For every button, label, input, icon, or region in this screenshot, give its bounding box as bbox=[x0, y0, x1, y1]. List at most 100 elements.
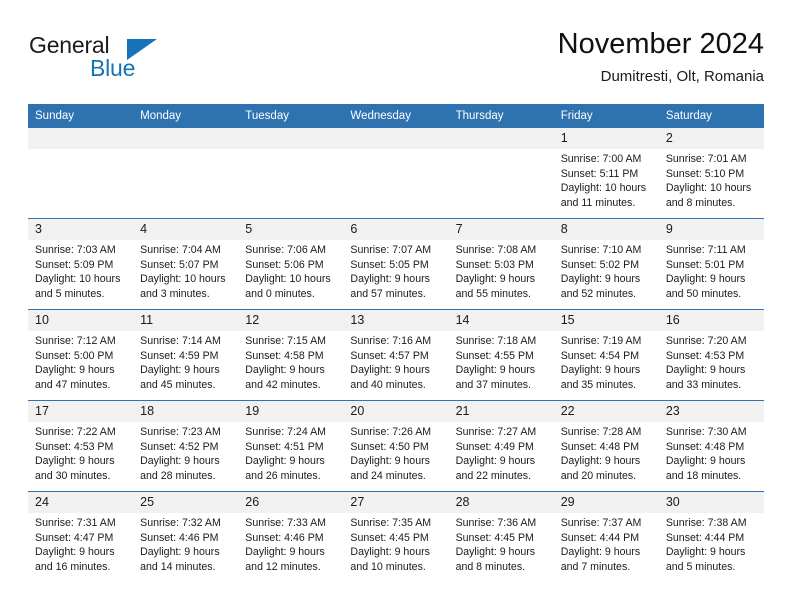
calendar-day-cell[interactable]: 12 Sunrise: 7:15 AM Sunset: 4:58 PM Dayligh… bbox=[238, 309, 344, 401]
calendar-day-cell[interactable]: 22 Sunrise: 7:28 AM Sunset: 4:48 PM Dayligh… bbox=[553, 400, 659, 492]
sunrise-text: Sunrise: 7:23 AM bbox=[140, 426, 221, 438]
sunrise-text: Sunrise: 7:27 AM bbox=[455, 426, 537, 438]
calendar-day-cell[interactable]: 17 Sunrise: 7:22 AM Sunset: 4:53 PM Dayligh… bbox=[28, 400, 134, 492]
calendar-day-cell[interactable]: 13 Sunrise: 7:16 AM Sunset: 4:57 PM Dayligh… bbox=[343, 309, 449, 401]
day-details: Sunrise: 7:04 AM Sunset: 5:07 PM Daylight:… bbox=[133, 240, 238, 301]
general-blue-logo[interactable]: General Blue bbox=[28, 32, 258, 90]
calendar-day-cell[interactable]: 16 Sunrise: 7:20 AM Sunset: 4:53 PM Dayligh… bbox=[658, 309, 764, 401]
day-details: Sunrise: 7:32 AM Sunset: 4:46 PM Daylight:… bbox=[133, 513, 238, 574]
daylight-text-line1: Daylight: 9 hours bbox=[350, 364, 430, 377]
calendar-day-cell[interactable]: 3 Sunrise: 7:03 AM Sunset: 5:09 PM Daylight… bbox=[28, 218, 134, 310]
sunset-text: Sunset: 4:45 PM bbox=[455, 531, 534, 544]
calendar-day-cell[interactable]: 14 Sunrise: 7:18 AM Sunset: 4:55 PM Dayligh… bbox=[448, 309, 554, 401]
sunset-text: Sunset: 4:51 PM bbox=[245, 440, 324, 453]
daylight-text-line2: and 5 minutes. bbox=[35, 287, 105, 300]
daylight-text-line1: Daylight: 10 hours bbox=[245, 273, 331, 286]
calendar-day-cell[interactable]: 25 Sunrise: 7:32 AM Sunset: 4:46 PM Dayligh… bbox=[133, 491, 239, 582]
day-details: Sunrise: 7:16 AM Sunset: 4:57 PM Daylight:… bbox=[343, 331, 448, 392]
sunset-text: Sunset: 5:09 PM bbox=[35, 258, 114, 271]
sunrise-text: Sunrise: 7:04 AM bbox=[140, 244, 221, 256]
calendar-day-cell[interactable]: 8 Sunrise: 7:10 AM Sunset: 5:02 PM Daylight… bbox=[553, 218, 659, 310]
sunrise-text: Sunrise: 7:15 AM bbox=[245, 335, 326, 347]
calendar-day-cell[interactable]: 4 Sunrise: 7:04 AM Sunset: 5:07 PM Daylight… bbox=[133, 218, 239, 310]
daylight-text-line2: and 42 minutes. bbox=[245, 378, 321, 391]
daylight-text-line1: Daylight: 9 hours bbox=[35, 455, 115, 468]
day-details: Sunrise: 7:33 AM Sunset: 4:46 PM Daylight:… bbox=[238, 513, 343, 574]
calendar-day-cell[interactable]: 15 Sunrise: 7:19 AM Sunset: 4:54 PM Dayligh… bbox=[553, 309, 659, 401]
weekday-header-sunday: Sunday bbox=[28, 104, 134, 128]
daylight-text-line2: and 8 minutes. bbox=[455, 560, 526, 573]
calendar-day-cell[interactable]: 6 Sunrise: 7:07 AM Sunset: 5:05 PM Daylight… bbox=[343, 218, 449, 310]
calendar-header-row: Sunday Monday Tuesday Wednesday Thursday… bbox=[28, 104, 764, 128]
sunset-text: Sunset: 4:46 PM bbox=[140, 531, 219, 544]
sunset-text: Sunset: 4:57 PM bbox=[350, 349, 429, 362]
day-details: Sunrise: 7:24 AM Sunset: 4:51 PM Daylight:… bbox=[238, 422, 343, 483]
day-number: 19 bbox=[238, 401, 344, 422]
sunset-text: Sunset: 5:03 PM bbox=[455, 258, 534, 271]
calendar-day-cell[interactable]: 2 Sunrise: 7:01 AM Sunset: 5:10 PM Daylight… bbox=[658, 128, 764, 219]
logo-text-blue: Blue bbox=[90, 55, 136, 81]
calendar-day-cell[interactable]: 28 Sunrise: 7:36 AM Sunset: 4:45 PM Dayligh… bbox=[448, 491, 554, 582]
daylight-text-line2: and 50 minutes. bbox=[665, 287, 742, 300]
calendar-week-row: 10 Sunrise: 7:12 AM Sunset: 5:00 PM Dayligh… bbox=[28, 309, 764, 401]
calendar-week-row: 17 Sunrise: 7:22 AM Sunset: 4:53 PM Dayligh… bbox=[28, 400, 764, 492]
weekday-header-thursday: Thursday bbox=[448, 104, 554, 128]
calendar-day-cell[interactable]: 9 Sunrise: 7:11 AM Sunset: 5:01 PM Daylight… bbox=[658, 218, 764, 310]
day-details: Sunrise: 7:38 AM Sunset: 4:44 PM Daylight:… bbox=[659, 513, 764, 574]
day-number bbox=[28, 128, 134, 149]
day-details: Sunrise: 7:30 AM Sunset: 4:48 PM Daylight:… bbox=[659, 422, 764, 483]
calendar-day-cell[interactable]: 11 Sunrise: 7:14 AM Sunset: 4:59 PM Dayligh… bbox=[133, 309, 239, 401]
daylight-text-line2: and 52 minutes. bbox=[560, 287, 637, 300]
day-details: Sunrise: 7:10 AM Sunset: 5:02 PM Daylight:… bbox=[554, 240, 659, 301]
day-number: 10 bbox=[28, 310, 134, 331]
day-details: Sunrise: 7:07 AM Sunset: 5:05 PM Daylight:… bbox=[343, 240, 448, 301]
day-number: 3 bbox=[28, 219, 134, 240]
calendar-day-cell[interactable]: 27 Sunrise: 7:35 AM Sunset: 4:45 PM Dayligh… bbox=[343, 491, 449, 582]
daylight-text-line2: and 47 minutes. bbox=[35, 378, 111, 391]
day-number: 12 bbox=[238, 310, 344, 331]
calendar-day-cell-empty bbox=[133, 128, 239, 219]
sunset-text: Sunset: 4:54 PM bbox=[560, 349, 640, 362]
day-details: Sunrise: 7:28 AM Sunset: 4:48 PM Daylight:… bbox=[554, 422, 659, 483]
daylight-text-line1: Daylight: 9 hours bbox=[350, 546, 430, 559]
daylight-text-line1: Daylight: 9 hours bbox=[245, 546, 325, 559]
day-number: 14 bbox=[448, 310, 554, 331]
daylight-text-line1: Daylight: 9 hours bbox=[665, 546, 746, 559]
calendar-day-cell[interactable]: 26 Sunrise: 7:33 AM Sunset: 4:46 PM Dayligh… bbox=[238, 491, 344, 582]
calendar-day-cell[interactable]: 19 Sunrise: 7:24 AM Sunset: 4:51 PM Dayligh… bbox=[238, 400, 344, 492]
sunset-text: Sunset: 4:59 PM bbox=[140, 349, 219, 362]
calendar-day-cell-empty bbox=[448, 128, 554, 219]
sunset-text: Sunset: 5:00 PM bbox=[35, 349, 114, 362]
calendar-day-cell[interactable]: 1 Sunrise: 7:00 AM Sunset: 5:11 PM Daylight… bbox=[553, 128, 659, 219]
calendar-day-cell[interactable]: 23 Sunrise: 7:30 AM Sunset: 4:48 PM Dayligh… bbox=[658, 400, 764, 492]
day-details: Sunrise: 7:19 AM Sunset: 4:54 PM Daylight:… bbox=[554, 331, 659, 392]
daylight-text-line1: Daylight: 10 hours bbox=[665, 182, 752, 195]
calendar-day-cell[interactable]: 10 Sunrise: 7:12 AM Sunset: 5:00 PM Dayligh… bbox=[28, 309, 134, 401]
sunrise-text: Sunrise: 7:36 AM bbox=[455, 517, 537, 529]
calendar-day-cell[interactable]: 7 Sunrise: 7:08 AM Sunset: 5:03 PM Daylight… bbox=[448, 218, 554, 310]
day-details: Sunrise: 7:31 AM Sunset: 4:47 PM Daylight:… bbox=[28, 513, 133, 574]
day-number: 29 bbox=[553, 492, 659, 513]
sunrise-text: Sunrise: 7:07 AM bbox=[350, 244, 432, 256]
calendar-day-cell[interactable]: 30 Sunrise: 7:38 AM Sunset: 4:44 PM Dayligh… bbox=[658, 491, 764, 582]
sunset-text: Sunset: 4:44 PM bbox=[665, 531, 745, 544]
calendar-day-cell[interactable]: 5 Sunrise: 7:06 AM Sunset: 5:06 PM Daylight… bbox=[238, 218, 344, 310]
sunset-text: Sunset: 4:52 PM bbox=[140, 440, 219, 453]
calendar-day-cell[interactable]: 24 Sunrise: 7:31 AM Sunset: 4:47 PM Dayligh… bbox=[28, 491, 134, 582]
weekday-header-saturday: Saturday bbox=[658, 104, 764, 128]
sunrise-text: Sunrise: 7:10 AM bbox=[560, 244, 642, 256]
day-number: 4 bbox=[133, 219, 239, 240]
daylight-text-line2: and 40 minutes. bbox=[350, 378, 426, 391]
sunrise-text: Sunrise: 7:14 AM bbox=[140, 335, 221, 347]
calendar-day-cell[interactable]: 29 Sunrise: 7:37 AM Sunset: 4:44 PM Dayligh… bbox=[553, 491, 659, 582]
day-number: 7 bbox=[448, 219, 554, 240]
daylight-text-line1: Daylight: 9 hours bbox=[665, 273, 746, 286]
daylight-text-line2: and 22 minutes. bbox=[455, 469, 531, 482]
day-number: 9 bbox=[658, 219, 764, 240]
calendar-day-cell[interactable]: 21 Sunrise: 7:27 AM Sunset: 4:49 PM Dayligh… bbox=[448, 400, 554, 492]
daylight-text-line2: and 10 minutes. bbox=[350, 560, 426, 573]
day-details: Sunrise: 7:01 AM Sunset: 5:10 PM Daylight:… bbox=[659, 149, 764, 210]
calendar-day-cell[interactable]: 20 Sunrise: 7:26 AM Sunset: 4:50 PM Dayligh… bbox=[343, 400, 449, 492]
calendar-day-cell[interactable]: 18 Sunrise: 7:23 AM Sunset: 4:52 PM Dayligh… bbox=[133, 400, 239, 492]
daylight-text-line1: Daylight: 9 hours bbox=[560, 546, 641, 559]
